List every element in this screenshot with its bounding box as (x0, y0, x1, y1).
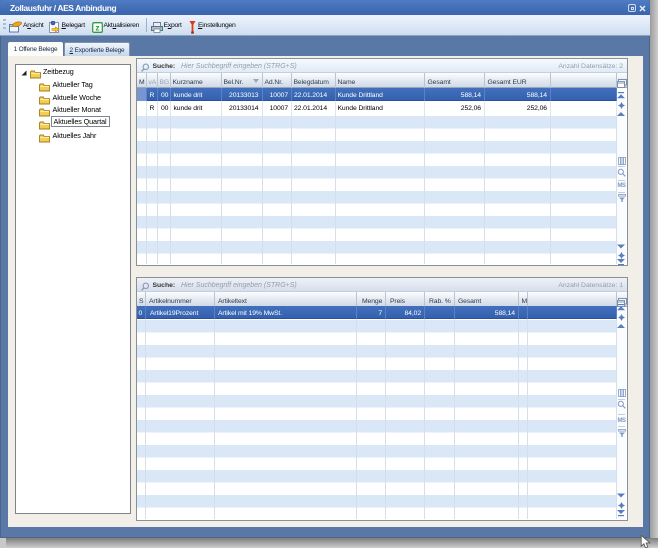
svg-text:z: z (95, 23, 99, 33)
